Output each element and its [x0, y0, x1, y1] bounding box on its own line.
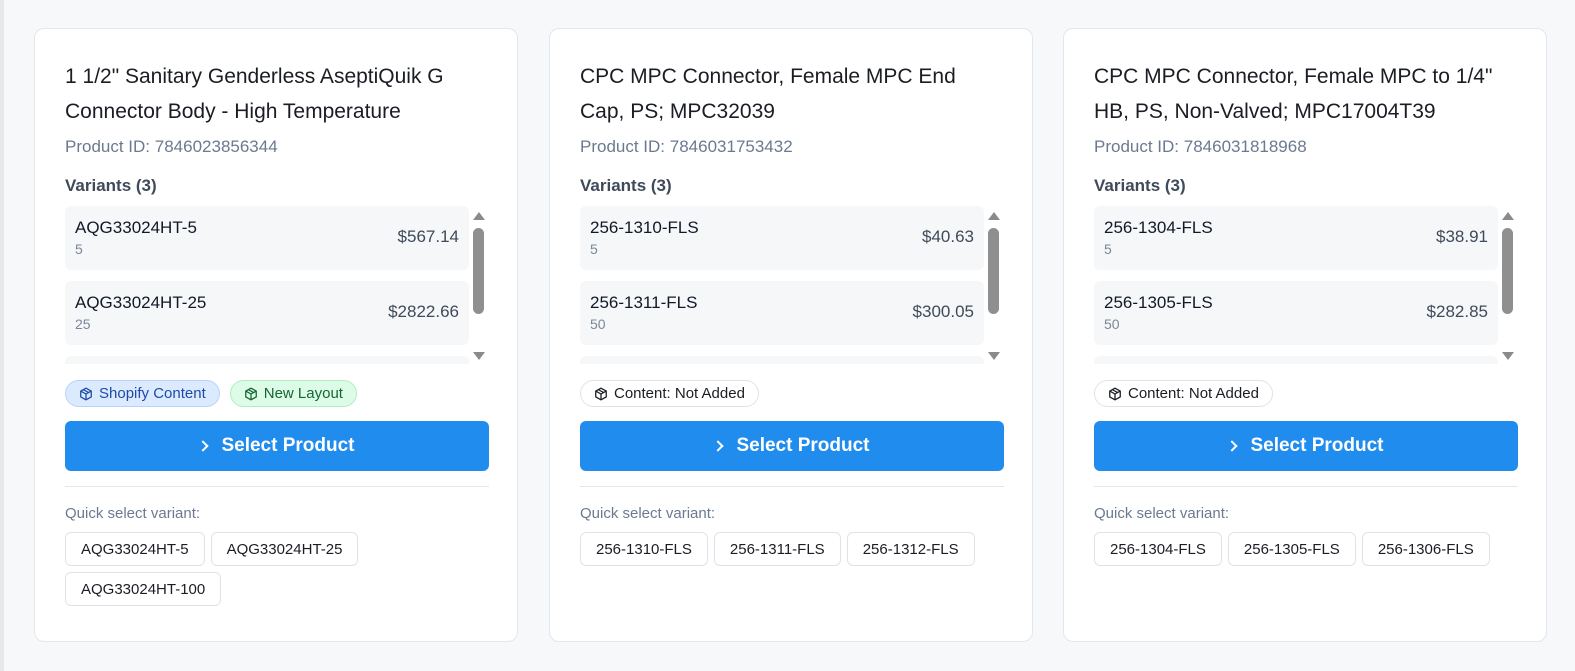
variant-list-scrollbar[interactable] [1498, 206, 1518, 364]
scroll-down-arrow-icon[interactable] [988, 352, 1000, 360]
variants-heading: Variants (3) [65, 176, 157, 195]
quick-select-variant-button[interactable]: AQG33024HT-25 [210, 532, 359, 566]
divider [1094, 486, 1518, 487]
select-product-label: Select Product [1250, 435, 1384, 456]
quick-select-list: 256-1310-FLS 256-1311-FLS 256-1312-FLS [580, 532, 1004, 566]
package-icon [79, 387, 93, 401]
product-title: CPC MPC Connector, Female MPC End Cap, P… [580, 65, 956, 123]
quick-select-label: Quick select variant: [580, 505, 716, 522]
divider [580, 486, 1004, 487]
content-badges: Content: Not Added [580, 380, 1002, 407]
select-product-label: Select Product [221, 435, 355, 456]
quick-select-variant-button[interactable]: AQG33024HT-100 [65, 572, 222, 606]
product-card-1: 1 1/2" Sanitary Genderless AseptiQuik G … [34, 28, 518, 642]
product-id: Product ID: 7846023856344 [65, 137, 278, 156]
content-badges: Shopify Content New Layout [65, 380, 487, 407]
variant-item[interactable]: AQG33024HT-100100 [65, 356, 469, 364]
variant-item[interactable]: 256-1311-FLS 50 $300.05 [580, 281, 984, 345]
product-card-3: CPC MPC Connector, Female MPC to 1/4" HB… [1063, 28, 1547, 642]
variant-list-scrollbar[interactable] [469, 206, 489, 364]
product-title: CPC MPC Connector, Female MPC to 1/4" HB… [1094, 65, 1493, 123]
scroll-thumb[interactable] [1502, 228, 1513, 314]
chevron-right-icon [1226, 440, 1239, 452]
variant-price: $300.05 [912, 302, 974, 321]
variant-item[interactable]: AQG33024HT-25 25 $2822.66 [65, 281, 469, 345]
quick-select-label: Quick select variant: [1094, 505, 1230, 522]
chevron-right-icon [712, 440, 725, 452]
quick-select-label: Quick select variant: [65, 505, 201, 522]
variant-list[interactable]: 256-1310-FLS 5 $40.63 256-1311-FLS 50 $300.05… [580, 206, 1004, 364]
variant-quantity: 5 [1104, 241, 1112, 257]
quick-select-variant-button[interactable]: 256-1312-FLS [846, 532, 975, 566]
variant-list-scrollbar[interactable] [984, 206, 1004, 364]
badge-label: Content: Not Added [614, 385, 745, 402]
quick-select-list: 256-1304-FLS 256-1305-FLS 256-1306-FLS [1094, 532, 1518, 566]
package-icon [594, 387, 608, 401]
content-status-badge: New Layout [229, 380, 357, 407]
scroll-down-arrow-icon[interactable] [473, 352, 485, 360]
variant-list[interactable]: 256-1304-FLS 5 $38.91 256-1305-FLS 50 $282.85… [1094, 206, 1518, 364]
scroll-up-arrow-icon[interactable] [473, 212, 485, 220]
scroll-down-arrow-icon[interactable] [1502, 352, 1514, 360]
product-card-2: CPC MPC Connector, Female MPC End Cap, P… [549, 28, 1033, 642]
page-edge [0, 0, 4, 671]
quick-select-variant-button[interactable]: 256-1305-FLS [1227, 532, 1356, 566]
content-status-badge: Content: Not Added [1094, 380, 1273, 407]
variant-price: $2822.66 [388, 302, 459, 321]
product-id: Product ID: 7846031753432 [580, 137, 793, 156]
select-product-button[interactable]: Select Product [1094, 421, 1518, 471]
variant-quantity: 5 [590, 241, 598, 257]
variant-item[interactable]: AQG33024HT-5 5 $567.14 [65, 206, 469, 270]
select-product-button[interactable]: Select Product [580, 421, 1004, 471]
package-icon [244, 387, 258, 401]
variant-item[interactable]: 256-1310-FLS 5 $40.63 [580, 206, 984, 270]
content-status-badge: Shopify Content [65, 380, 220, 407]
variants-heading: Variants (3) [1094, 176, 1186, 195]
select-product-label: Select Product [736, 435, 870, 456]
variant-list[interactable]: AQG33024HT-5 5 $567.14 AQG33024HT-25 25 $2822… [65, 206, 489, 364]
variant-item[interactable]: 256-1305-FLS 50 $282.85 [1094, 281, 1498, 345]
divider [65, 486, 489, 487]
scroll-thumb[interactable] [473, 228, 484, 314]
quick-select-variant-button[interactable]: 256-1304-FLS [1094, 532, 1222, 566]
select-product-button[interactable]: Select Product [65, 421, 489, 471]
variant-price: $38.91 [1436, 227, 1488, 246]
quick-select-list: AQG33024HT-5 AQG33024HT-25 AQG33024HT-100 [65, 532, 489, 606]
variant-item[interactable]: 256-1304-FLS 5 $38.91 [1094, 206, 1498, 270]
quick-select-variant-button[interactable]: 256-1310-FLS [580, 532, 708, 566]
chevron-right-icon [197, 440, 210, 452]
scroll-up-arrow-icon[interactable] [988, 212, 1000, 220]
product-id: Product ID: 7846031818968 [1094, 137, 1307, 156]
quick-select-variant-button[interactable]: 256-1311-FLS [713, 532, 841, 566]
variant-price: $40.63 [922, 227, 974, 246]
variant-item[interactable]: 256-1312-FLS [580, 356, 984, 364]
variants-heading: Variants (3) [580, 176, 672, 195]
variant-item[interactable]: 256-1306-FLS [1094, 356, 1498, 364]
scroll-thumb[interactable] [988, 228, 999, 314]
package-icon [1108, 387, 1122, 401]
badge-label: Shopify Content [99, 385, 206, 402]
quick-select-variant-button[interactable]: 256-1306-FLS [1361, 532, 1490, 566]
content-status-badge: Content: Not Added [580, 380, 759, 407]
product-title: 1 1/2" Sanitary Genderless AseptiQuik G … [65, 65, 444, 123]
quick-select-variant-button[interactable]: AQG33024HT-5 [65, 532, 205, 566]
content-badges: Content: Not Added [1094, 380, 1516, 407]
variant-price: $567.14 [397, 227, 459, 246]
variant-sku: 256-1310-FLS [590, 218, 699, 237]
badge-label: Content: Not Added [1128, 385, 1259, 402]
scroll-up-arrow-icon[interactable] [1502, 212, 1514, 220]
badge-label: New Layout [263, 385, 343, 402]
variant-price: $282.85 [1426, 302, 1488, 321]
variant-sku: 256-1304-FLS [1104, 218, 1213, 237]
